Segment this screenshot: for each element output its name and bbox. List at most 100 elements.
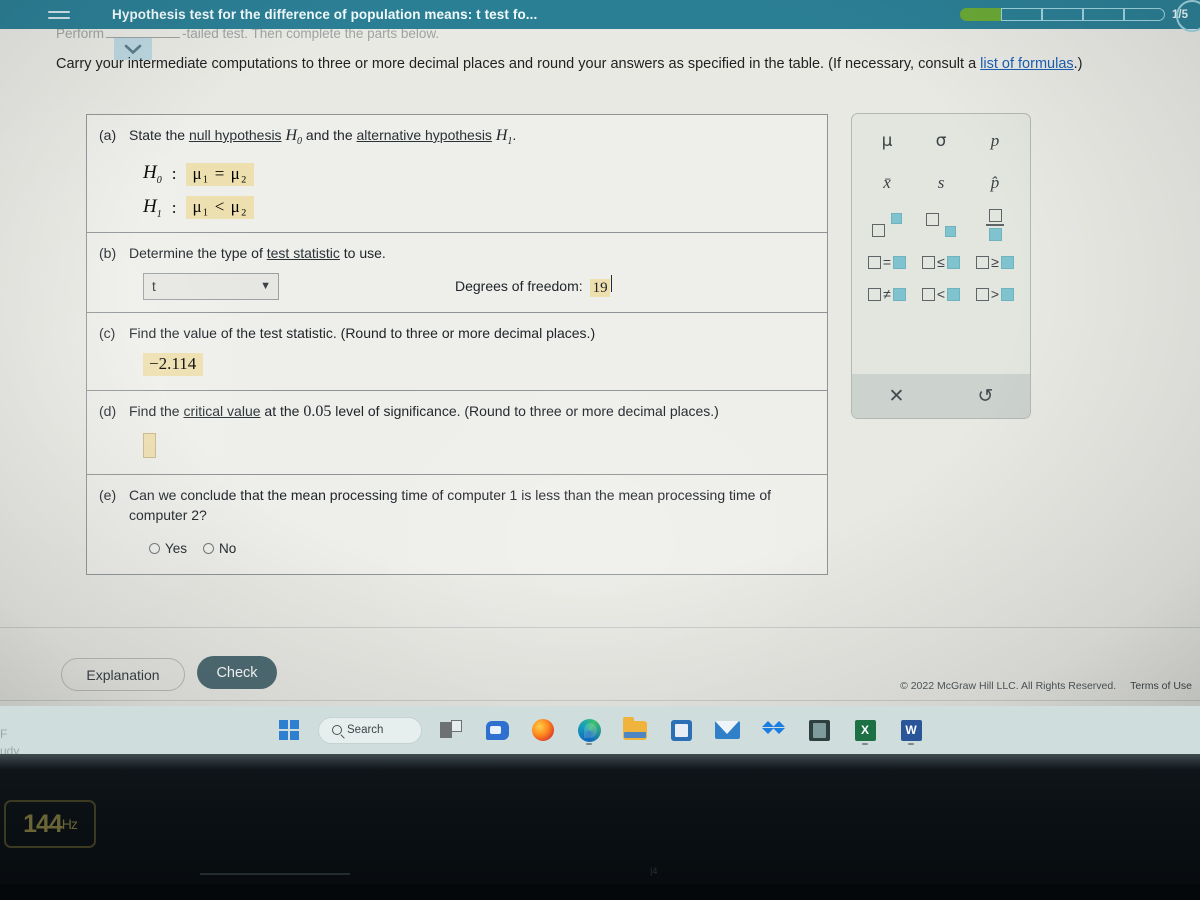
task-view-icon — [440, 720, 462, 740]
excel-icon: X — [854, 719, 876, 741]
alternative-hypothesis-link[interactable]: alternative hypothesis — [357, 127, 492, 143]
start-button[interactable] — [272, 713, 306, 747]
symbol-fraction-button[interactable] — [986, 209, 1004, 241]
radio-circle-icon — [149, 542, 160, 554]
progress-segment — [960, 8, 1001, 21]
h0-label: H0 — [143, 162, 162, 186]
question-part-d: (d) Find the critical value at the 0.05 … — [87, 391, 827, 475]
running-indicator — [862, 743, 868, 745]
part-e-tag: (e) — [99, 486, 117, 503]
radio-circle-icon — [203, 542, 215, 554]
page-title: Hypothesis test for the difference of po… — [112, 7, 538, 22]
symbol-sigma-button[interactable]: σ — [936, 128, 947, 154]
desktop-label-line-1: F — [0, 727, 8, 741]
critical-value-link[interactable]: critical value — [183, 403, 260, 419]
mail-button[interactable] — [710, 713, 744, 747]
part-a-text-2: and the — [302, 127, 357, 143]
excel-button[interactable]: X — [848, 713, 882, 747]
formulas-link[interactable]: list of formulas — [980, 56, 1073, 72]
bezel-sheen — [0, 754, 1200, 770]
symbol-not-equal-button[interactable]: ≠ — [868, 286, 906, 302]
bezel-highlight — [200, 873, 350, 875]
null-hypothesis-link[interactable]: null hypothesis — [189, 127, 282, 143]
symbol-less-than-button[interactable]: < — [921, 286, 961, 302]
degrees-of-freedom-label: Degrees of freedom: — [455, 278, 583, 295]
symbol-equal-button[interactable]: = — [867, 254, 907, 270]
progress-track — [960, 8, 1165, 21]
dropbox-icon — [761, 720, 785, 740]
clipped-text-before: Perform — [56, 26, 105, 41]
app-icon — [808, 719, 830, 741]
browser-page: Hypothesis test for the difference of po… — [0, 0, 1200, 706]
progress-indicator: 1/5 — [960, 0, 1194, 29]
microsoft-store-button[interactable] — [664, 713, 698, 747]
h1-label: H1 — [143, 195, 162, 220]
search-box[interactable]: Search — [318, 716, 422, 744]
question-part-c: (c) Find the value of the test statistic… — [87, 313, 827, 391]
edge-button[interactable] — [572, 713, 606, 747]
test-statistic-link[interactable]: test statistic — [267, 245, 340, 261]
word-button[interactable]: W — [894, 713, 928, 747]
check-button[interactable]: Check — [197, 656, 277, 689]
subscript-icon — [926, 213, 956, 237]
file-explorer-button[interactable] — [618, 713, 652, 747]
degrees-of-freedom-block: Degrees of freedom: 19 — [455, 275, 612, 298]
hamburger-icon[interactable] — [48, 7, 70, 23]
instruction-after: .) — [1073, 56, 1083, 72]
part-d-tag: (d) — [99, 402, 117, 419]
monitor-bezel — [0, 754, 1200, 900]
part-b-tag: (b) — [99, 244, 117, 261]
radio-option-yes[interactable]: Yes — [149, 541, 187, 556]
firefox-button[interactable] — [526, 713, 560, 747]
test-statistic-answer-field[interactable]: −2.114 — [143, 352, 204, 376]
dropbox-button[interactable] — [756, 713, 790, 747]
symbol-greater-or-equal-button[interactable]: ≥ — [976, 254, 1014, 270]
symbol-mu-button[interactable]: μ — [882, 128, 893, 154]
part-e-prompt: (e) Can we conclude that the mean proces… — [99, 485, 815, 525]
symbol-less-or-equal-button[interactable]: ≤ — [922, 254, 960, 270]
avatar[interactable] — [1176, 0, 1200, 32]
footer: © 2022 McGraw Hill LLC. All Rights Reser… — [900, 680, 1192, 692]
degrees-of-freedom-field[interactable]: 19 — [589, 275, 612, 298]
part-c-prompt: (c) Find the value of the test statistic… — [99, 323, 815, 343]
critical-value-answer-field[interactable] — [143, 432, 156, 458]
hypothesis-row-null: H0 : μ₁ = μ₂ — [143, 162, 815, 186]
text-cursor — [610, 275, 612, 293]
screenshot-root: Hypothesis test for the difference of po… — [0, 0, 1200, 900]
refresh-rate-value: 144 — [23, 809, 63, 838]
folder-icon — [623, 716, 647, 740]
test-statistic-select[interactable]: t ▼ — [143, 272, 279, 300]
conclusion-radio-group: Yes No — [149, 541, 815, 556]
question-part-e: (e) Can we conclude that the mean proces… — [87, 475, 827, 574]
superscript-icon — [872, 213, 902, 237]
clipped-text-after: -tailed test. Then complete the parts be… — [182, 26, 440, 41]
terms-of-use-link[interactable]: Terms of Use — [1130, 680, 1192, 692]
symbol-p-hat-button[interactable]: p̂ — [991, 170, 1000, 196]
chat-button[interactable] — [480, 713, 514, 747]
symbol-subscript-button[interactable] — [926, 212, 956, 238]
symbol-palette: μ σ p x̄ s p̂ = ≤ ≥ ≠ < > ✕ ↺ — [851, 113, 1031, 419]
instruction-before: Carry your intermediate computations to … — [56, 56, 981, 72]
part-a-prompt: (a) State the null hypothesis H0 and the… — [99, 125, 815, 152]
clear-icon[interactable]: ✕ — [852, 374, 941, 418]
radio-label-no: No — [219, 540, 237, 556]
undo-icon[interactable]: ↺ — [941, 374, 1030, 418]
dark-app-button[interactable] — [802, 713, 836, 747]
h0-answer-field[interactable]: μ₁ = μ₂ — [186, 162, 254, 186]
radio-option-no[interactable]: No — [203, 541, 236, 556]
symbol-greater-than-button[interactable]: > — [975, 286, 1015, 302]
refresh-rate-badge: 144 Hz — [4, 800, 96, 848]
symbol-s-button[interactable]: s — [938, 170, 945, 196]
chevron-down-icon: ▼ — [260, 280, 271, 293]
symbol-superscript-button[interactable] — [872, 212, 902, 238]
explanation-button[interactable]: Explanation — [61, 658, 185, 691]
instruction-text: Carry your intermediate computations to … — [56, 53, 1156, 75]
part-a-text-1: State the — [129, 127, 189, 143]
radio-label-yes: Yes — [165, 540, 188, 556]
fraction-icon — [986, 209, 1004, 241]
h1-answer-field[interactable]: μ₁ < μ₂ — [186, 196, 254, 220]
symbol-p-button[interactable]: p — [991, 128, 1000, 154]
hypothesis-row-alternative: H1 : μ₁ < μ₂ — [143, 196, 815, 220]
task-view-button[interactable] — [434, 713, 468, 747]
symbol-x-bar-button[interactable]: x̄ — [883, 170, 891, 196]
